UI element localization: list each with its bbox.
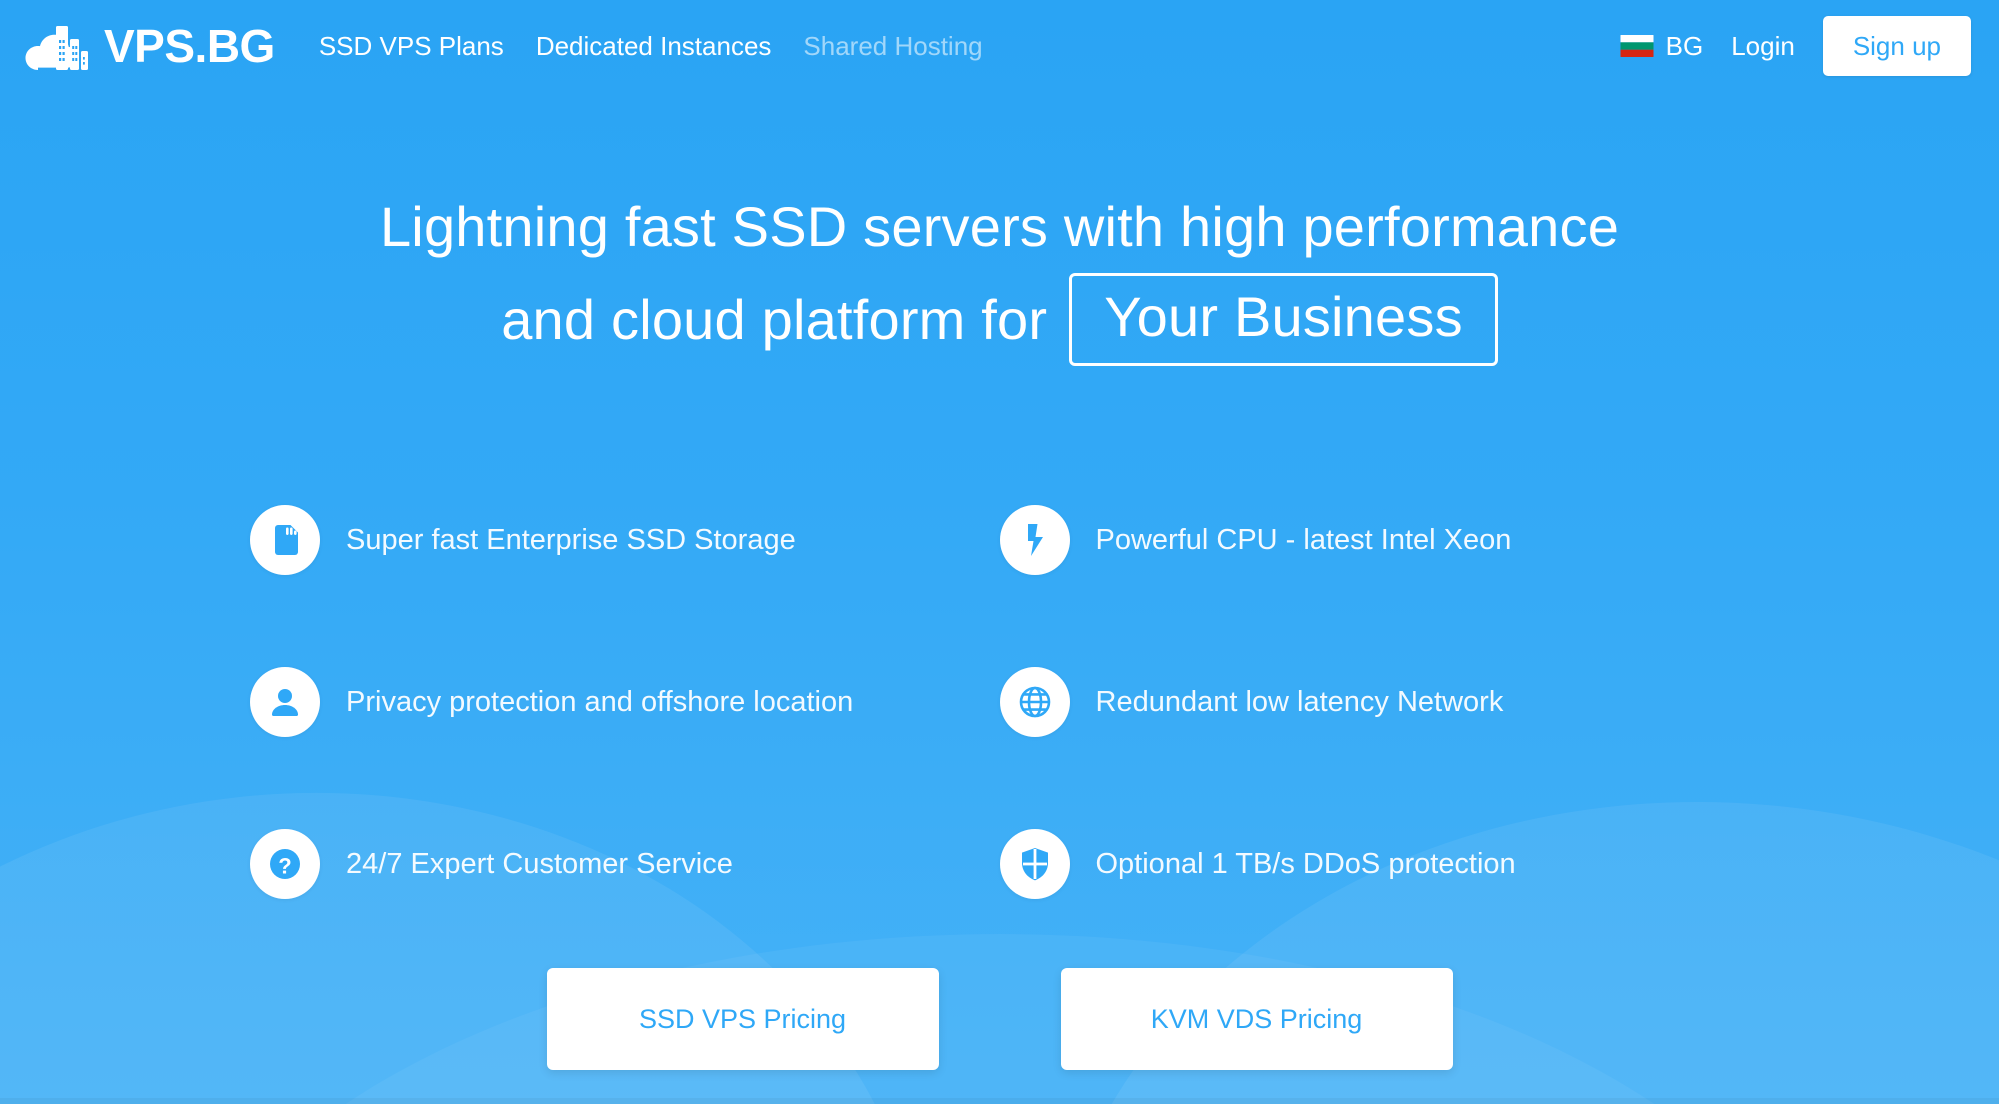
hero-headline: Lightning fast SSD servers with high per… [0,186,1999,366]
brand-name: VPS.BG [104,20,275,72]
feature-item-ssd-storage: Super fast Enterprise SSD Storage [250,480,1000,600]
feature-item-privacy: Privacy protection and offshore location [250,642,1000,762]
svg-text:?: ? [278,854,291,879]
nav-item-shared-hosting[interactable]: Shared Hosting [803,33,982,59]
lightning-bolt-icon [999,505,1070,575]
feature-list: Super fast Enterprise SSD Storage Powerf… [0,480,1999,924]
feature-label-network: Redundant low latency Network [1095,685,1504,718]
nav-item-ssd-vps-plans[interactable]: SSD VPS Plans [319,33,504,59]
signup-button[interactable]: Sign up [1822,16,1971,76]
nav-item-dedicated-instances[interactable]: Dedicated Instances [536,33,772,59]
cloud-server-logo-icon [24,20,90,72]
feature-label-support: 24/7 Expert Customer Service [346,847,733,880]
feature-label-privacy: Privacy protection and offshore location [346,685,854,718]
top-navigation-bar: VPS.BG SSD VPS Plans Dedicated Instances… [0,0,1999,92]
user-icon [250,667,320,737]
primary-nav-links: SSD VPS Plans Dedicated Instances Shared… [319,33,983,59]
cta-button-row: SSD VPS Pricing KVM VDS Pricing [0,968,1999,1070]
brand-home-link[interactable]: VPS.BG [24,20,275,72]
kvm-vds-pricing-button[interactable]: KVM VDS Pricing [1060,968,1453,1070]
headline-line-2: and cloud platform for Your Business [120,273,1879,366]
headline-line-1: Lightning fast SSD servers with high per… [379,195,1620,258]
nav-right-actions: BG Login Sign up [1620,16,1971,76]
feature-label-ssd-storage: Super fast Enterprise SSD Storage [346,523,796,556]
bulgaria-flag-icon [1620,35,1654,57]
ssd-card-icon [250,505,320,575]
feature-item-network: Redundant low latency Network [999,642,1750,762]
question-mark-icon: ? [250,829,320,899]
bottom-edge-strip [0,1098,1999,1104]
feature-item-cpu: Powerful CPU - latest Intel Xeon [999,480,1750,600]
ssd-vps-pricing-button[interactable]: SSD VPS Pricing [546,968,939,1070]
language-code: BG [1665,31,1704,61]
feature-item-ddos: Optional 1 TB/s DDoS protection [999,804,1750,924]
language-selector[interactable]: BG [1620,31,1704,61]
feature-item-support: ? 24/7 Expert Customer Service [250,804,1000,924]
shield-icon [999,829,1070,899]
headline-rotator-box: Your Business [1069,273,1498,366]
login-link[interactable]: Login [1731,33,1795,59]
feature-label-ddos: Optional 1 TB/s DDoS protection [1095,847,1516,880]
headline-line-2-prefix: and cloud platform for [501,287,1048,351]
globe-icon [999,667,1070,737]
feature-label-cpu: Powerful CPU - latest Intel Xeon [1095,523,1512,556]
